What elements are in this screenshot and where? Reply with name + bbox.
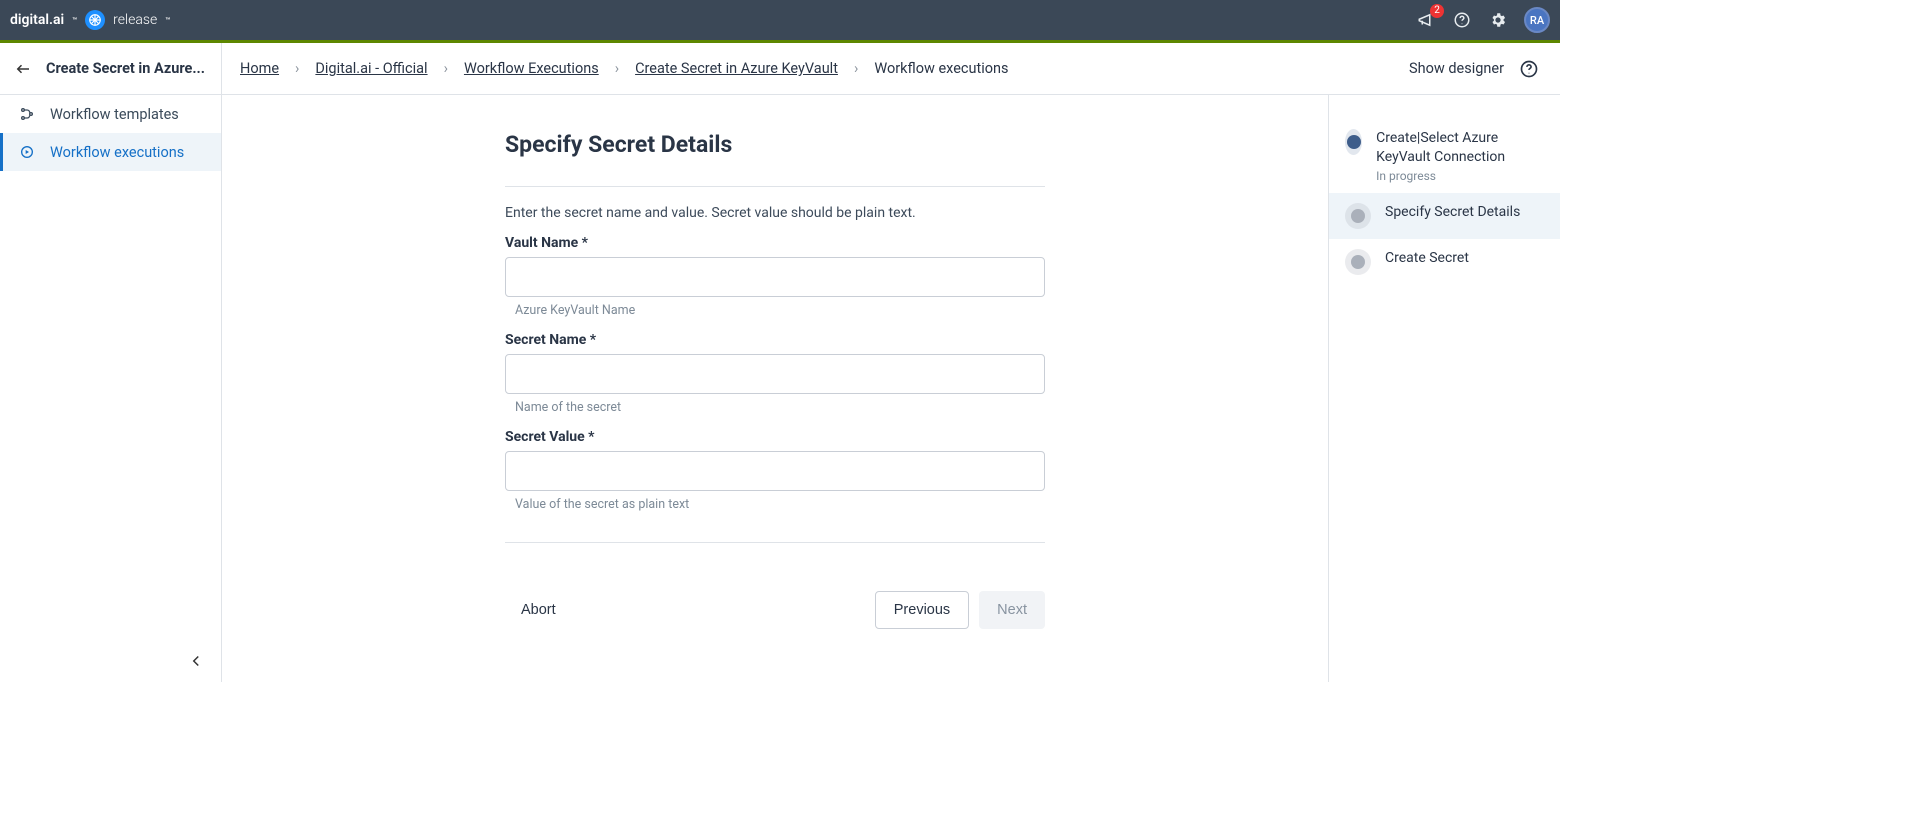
divider	[505, 186, 1045, 187]
breadcrumb-link[interactable]: Workflow Executions	[464, 60, 599, 77]
show-designer-link[interactable]: Show designer	[1409, 60, 1504, 77]
left-sidebar: Workflow templates Workflow executions	[0, 95, 222, 682]
step-status: In progress	[1376, 169, 1544, 183]
step-connection[interactable]: Create|Select Azure KeyVault Connection …	[1329, 119, 1560, 193]
secret-name-input[interactable]	[505, 354, 1045, 394]
product-tm: ™	[165, 16, 170, 25]
settings-icon[interactable]	[1488, 10, 1508, 30]
secret-value-label: Secret Value *	[505, 429, 1045, 445]
secret-name-help: Name of the secret	[515, 400, 1045, 415]
secret-form: Specify Secret Details Enter the secret …	[505, 131, 1045, 642]
help-icon[interactable]	[1452, 10, 1472, 30]
secret-value-input[interactable]	[505, 451, 1045, 491]
collapse-sidebar-icon[interactable]	[187, 652, 205, 670]
subheader: Create Secret in Azure... Home › Digital…	[0, 43, 1560, 95]
announcements-badge: 2	[1430, 4, 1444, 18]
step-dot-icon	[1345, 129, 1362, 155]
product-icon	[85, 10, 105, 30]
form-description: Enter the secret name and value. Secret …	[505, 205, 1045, 221]
main-content: Specify Secret Details Enter the secret …	[222, 95, 1328, 682]
subheader-left: Create Secret in Azure...	[0, 43, 222, 94]
step-dot-icon	[1345, 203, 1371, 229]
next-button[interactable]: Next	[979, 591, 1045, 629]
divider	[505, 542, 1045, 543]
step-dot-icon	[1345, 249, 1371, 275]
abort-button[interactable]: Abort	[505, 591, 574, 629]
step-create-secret[interactable]: Create Secret	[1329, 239, 1560, 285]
step-label: Create Secret	[1385, 249, 1469, 268]
workflow-executions-icon	[18, 143, 36, 161]
subheader-title: Create Secret in Azure...	[46, 60, 207, 77]
breadcrumb-link[interactable]: Home	[240, 60, 279, 77]
vault-name-input[interactable]	[505, 257, 1045, 297]
sidebar-item-workflow-templates[interactable]: Workflow templates	[0, 95, 221, 133]
form-actions: Abort Previous Next	[505, 591, 1045, 629]
vault-name-label: Vault Name *	[505, 235, 1045, 251]
breadcrumb: Home › Digital.ai - Official › Workflow …	[222, 60, 1389, 77]
right-rail-steps: Create|Select Azure KeyVault Connection …	[1328, 95, 1560, 682]
breadcrumb-current: Workflow executions	[874, 60, 1008, 77]
body: Workflow templates Workflow executions S…	[0, 95, 1560, 682]
sidebar-collapse	[0, 640, 221, 682]
announcements-icon[interactable]: 2	[1416, 10, 1436, 30]
step-label: Create|Select Azure KeyVault Connection	[1376, 129, 1544, 167]
step-specify-secret[interactable]: Specify Secret Details	[1329, 193, 1560, 239]
vault-name-help: Azure KeyVault Name	[515, 303, 1045, 318]
secret-name-label: Secret Name *	[505, 332, 1045, 348]
secret-value-help: Value of the secret as plain text	[515, 497, 1045, 512]
header-actions: 2 RA	[1416, 7, 1550, 33]
chevron-right-icon: ›	[615, 60, 619, 77]
subheader-right: Show designer	[1389, 58, 1560, 80]
breadcrumb-link[interactable]: Create Secret in Azure KeyVault	[635, 60, 838, 77]
context-help-icon[interactable]	[1518, 58, 1540, 80]
avatar[interactable]: RA	[1524, 7, 1550, 33]
chevron-right-icon: ›	[295, 60, 299, 77]
sidebar-item-label: Workflow executions	[50, 144, 184, 161]
sidebar-item-workflow-executions[interactable]: Workflow executions	[0, 133, 221, 171]
sidebar-item-label: Workflow templates	[50, 106, 179, 123]
chevron-right-icon: ›	[444, 60, 448, 77]
previous-button[interactable]: Previous	[875, 591, 969, 629]
brand-logo-text: digital.ai	[10, 12, 64, 28]
breadcrumb-link[interactable]: Digital.ai - Official	[315, 60, 427, 77]
page-title: Specify Secret Details	[505, 131, 1045, 158]
app-header: digital.ai ™ release ™ 2 RA	[0, 0, 1560, 40]
product-name: release	[113, 12, 157, 28]
workflow-templates-icon	[18, 105, 36, 123]
chevron-right-icon: ›	[854, 60, 858, 77]
brand: digital.ai ™ release ™	[10, 10, 170, 30]
brand-tm: ™	[72, 16, 77, 25]
step-label: Specify Secret Details	[1385, 203, 1520, 222]
back-icon[interactable]	[14, 60, 32, 78]
